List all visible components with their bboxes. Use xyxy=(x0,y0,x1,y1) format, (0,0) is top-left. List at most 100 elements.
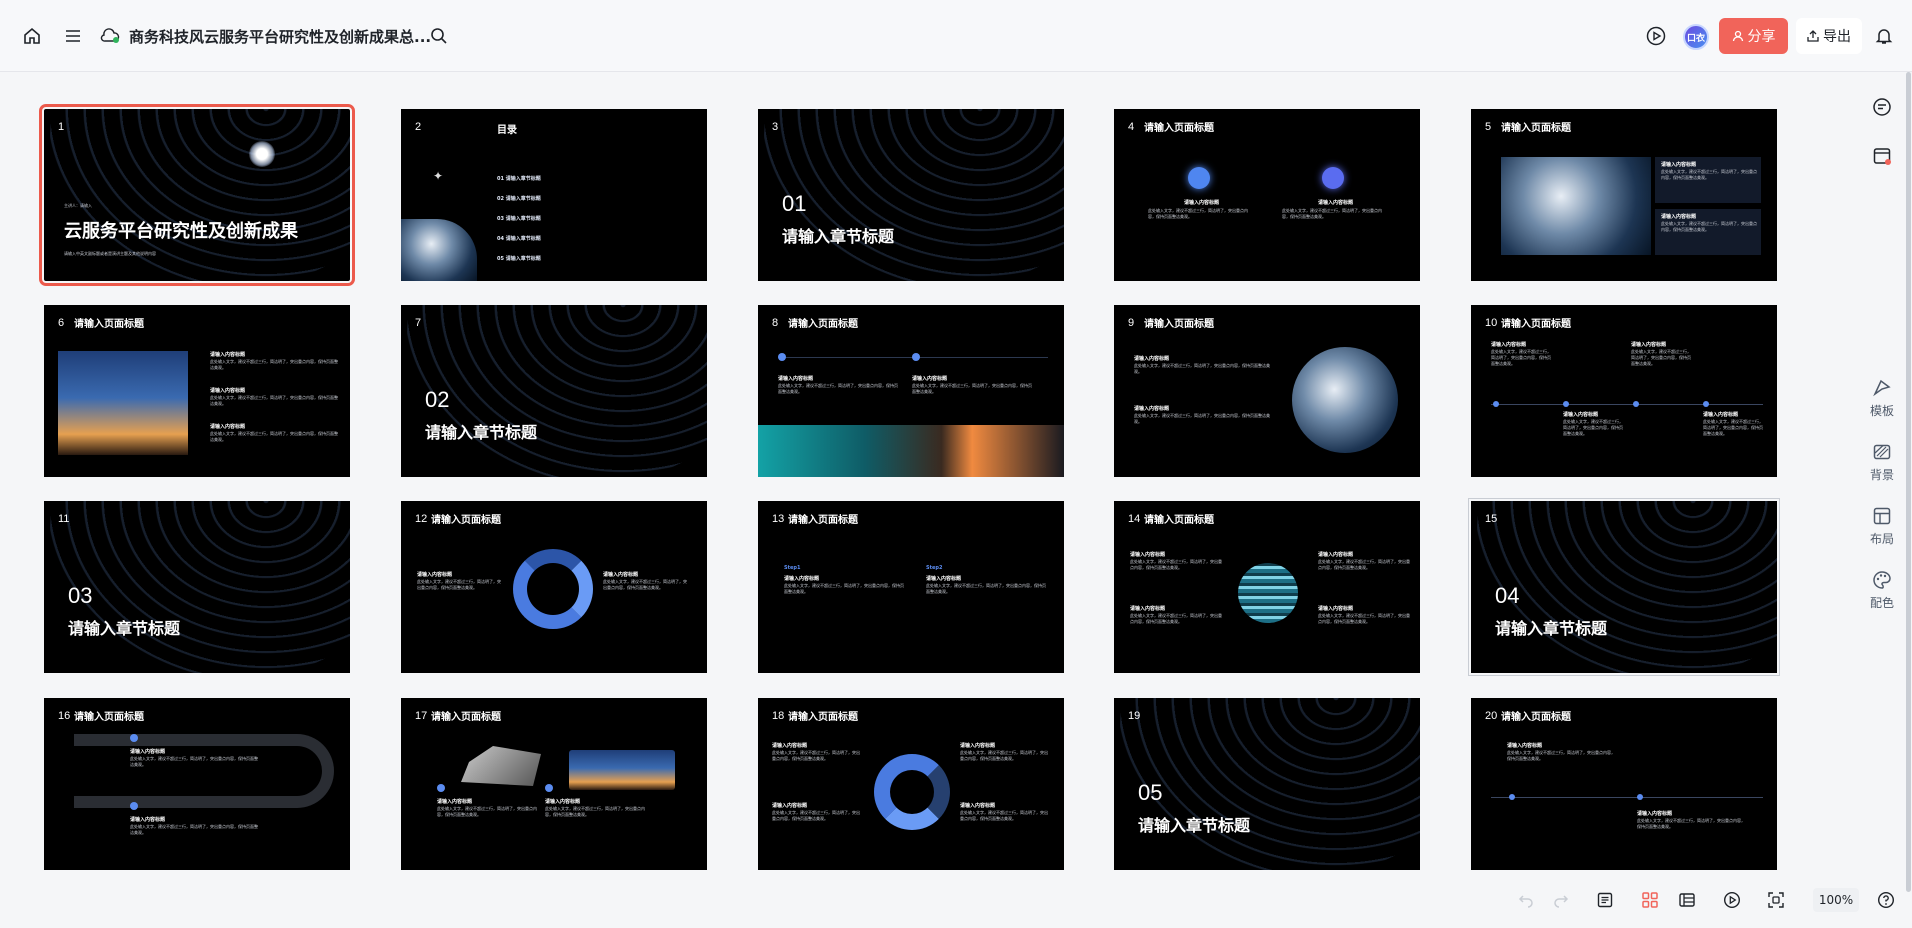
layout-label: 布局 xyxy=(1869,532,1894,546)
content-heading: 请输入内容标题 xyxy=(960,803,996,809)
planet-image xyxy=(1238,563,1298,623)
feature-icon xyxy=(1188,167,1210,189)
template-icon xyxy=(1873,379,1891,397)
content-heading: 请输入内容标题 xyxy=(1134,356,1170,362)
share-button[interactable]: 分享 xyxy=(1719,18,1788,54)
slide-thumbnail-12[interactable]: 12 请输入页面标题 请输入内容标题 此处输入文字，建议不超过三行，简洁明了，突… xyxy=(401,501,707,673)
search-icon[interactable] xyxy=(427,24,451,48)
slide-number: 4 xyxy=(1128,121,1135,133)
content-body: 此处输入文字，建议不超过三行，简洁明了，突出重点内容，保持页面整洁美观。 xyxy=(1148,208,1248,219)
bell-icon[interactable] xyxy=(1872,24,1896,48)
timeline-line xyxy=(1491,404,1763,405)
content-heading: 请输入内容标题 xyxy=(437,799,473,805)
slide-number: 12 xyxy=(415,513,428,525)
layout-icon xyxy=(1873,507,1891,525)
content-body: 此处输入文字，建议不超过三行，简洁明了，突出重点内容，保持页面整洁美观。 xyxy=(778,383,898,394)
color-scheme-button[interactable]: 配色 xyxy=(1862,570,1902,611)
slide-title: 请输入页面标题 xyxy=(1144,515,1214,526)
slide-number: 1 xyxy=(58,121,65,133)
slide-number: 16 xyxy=(58,710,71,722)
content-body: 此处输入文字，建议不超过三行，简洁明了，突出重点内容，保持页面整洁美观。 xyxy=(1491,349,1551,366)
slide-thumbnail-13[interactable]: 13 请输入页面标题 Step1 Step2 请输入内容标题 此处输入文字，建议… xyxy=(758,501,1064,673)
content-heading: 请输入内容标题 xyxy=(1130,606,1166,612)
slide-thumbnail-8[interactable]: 8 请输入页面标题 请输入内容标题 此处输入文字，建议不超过三行，简洁明了，突出… xyxy=(758,305,1064,477)
timeline-line xyxy=(1491,797,1763,798)
slide-title: 请输入页面标题 xyxy=(1501,712,1571,723)
content-heading: 请输入内容标题 xyxy=(926,576,962,582)
step-label: Step2 xyxy=(926,565,943,571)
slide-thumbnail-10[interactable]: 10 请输入页面标题 请输入内容标题 此处输入文字，建议不超过三行，简洁明了，突… xyxy=(1471,305,1777,477)
content-heading: 请输入内容标题 xyxy=(603,572,639,578)
notes-icon[interactable] xyxy=(1593,888,1617,912)
template-button[interactable]: 模板 xyxy=(1862,378,1902,419)
slide-number: 3 xyxy=(772,121,779,133)
slide-thumbnail-7[interactable]: 7 02 请输入章节标题 xyxy=(401,305,707,477)
export-button[interactable]: 导出 xyxy=(1796,18,1862,54)
content-heading: 请输入内容标题 xyxy=(1661,214,1697,220)
content-body: 此处输入文字，建议不超过三行，简洁明了，突出重点内容，保持页面整洁美观。 xyxy=(1637,818,1745,829)
present-icon[interactable] xyxy=(1720,888,1744,912)
content-body: 此处输入文字，建议不超过三行，简洁明了，突出重点内容，保持页面整洁美观。 xyxy=(1703,419,1763,436)
gallery-icon xyxy=(1873,148,1891,165)
content-body: 此处输入文字，建议不超过三行，简洁明了，突出重点内容，保持页面整洁美观。 xyxy=(1130,559,1222,570)
slide-thumbnail-11[interactable]: 11 03 请输入章节标题 xyxy=(44,501,350,673)
content-heading: 请输入内容标题 xyxy=(1318,200,1354,206)
content-heading: 请输入内容标题 xyxy=(772,803,808,809)
avatar[interactable]: 口衣 xyxy=(1683,24,1709,50)
slide-thumbnail-3[interactable]: 3 01 请输入章节标题 xyxy=(758,109,1064,281)
path-dot xyxy=(130,802,138,810)
play-icon[interactable] xyxy=(1644,24,1668,48)
astronaut-icon: ✦ xyxy=(433,169,444,183)
document-title[interactable]: 商务科技风云服务平台研究性及创新成果总... xyxy=(129,26,431,47)
slide-number: 19 xyxy=(1128,710,1141,722)
fit-screen-icon[interactable] xyxy=(1764,888,1788,912)
home-icon[interactable] xyxy=(20,24,44,48)
slide-title: 请输入页面标题 xyxy=(1144,123,1214,134)
help-icon[interactable] xyxy=(1874,888,1898,912)
zoom-level[interactable]: 100% xyxy=(1813,888,1859,912)
slide-thumbnail-15[interactable]: 15 04 请输入章节标题 xyxy=(1468,498,1780,676)
content-heading: 请输入内容标题 xyxy=(210,388,246,394)
chapter-number: 02 xyxy=(425,387,450,412)
content-body: 此处输入文字，建议不超过三行，简洁明了，突出重点内容，保持页面整洁美观。 xyxy=(1318,613,1410,624)
content-heading: 请输入内容标题 xyxy=(1507,743,1543,749)
slide-thumbnail-14[interactable]: 14 请输入页面标题 请输入内容标题 此处输入文字，建议不超过三行，简洁明了，突… xyxy=(1114,501,1420,673)
slide-subtitle: 请输入中英文副标题或者是演讲主题及其他说明内容 xyxy=(64,251,156,256)
slide-thumbnail-1[interactable]: 1 主讲人：请输入 云服务平台研究性及创新成果 请输入中英文副标题或者是演讲主题… xyxy=(39,104,355,286)
background-button[interactable]: 背景 xyxy=(1862,442,1902,483)
timeline-dot xyxy=(1633,401,1639,407)
layout-button[interactable]: 布局 xyxy=(1862,506,1902,547)
slide-thumbnail-6[interactable]: 6 请输入页面标题 请输入内容标题 此处输入文字，建议不超过三行，简洁明了，突出… xyxy=(44,305,350,477)
slide-thumbnail-20[interactable]: 20 请输入页面标题 请输入内容标题 此处输入文字，建议不超过三行，简洁明了，突… xyxy=(1471,698,1777,870)
menu-icon[interactable] xyxy=(61,24,85,48)
content-body: 此处输入文字，建议不超过三行，简洁明了，突出重点内容，保持页面整洁美观。 xyxy=(1661,221,1757,232)
slide-thumbnail-4[interactable]: 4 请输入页面标题 请输入内容标题 此处输入文字，建议不超过三行，简洁明了，突出… xyxy=(1114,109,1420,281)
toc-title: 目录 xyxy=(497,125,517,136)
slide-thumbnail-18[interactable]: 18 请输入页面标题 请输入内容标题 此处输入文字，建议不超过三行，简洁明了，突… xyxy=(758,698,1064,870)
color-scheme-label: 配色 xyxy=(1869,596,1894,610)
gallery-button[interactable] xyxy=(1862,146,1902,166)
slide-thumbnail-2[interactable]: 2 目录 ✦ 01 请输入章节标题 02 请输入章节标题 03 请输入章节标题 … xyxy=(401,109,707,281)
comments-button[interactable] xyxy=(1862,97,1902,117)
ring-graphic xyxy=(764,109,1064,281)
content-body: 此处输入文字，建议不超过三行，简洁明了，突出重点内容，保持页面整洁美观。 xyxy=(926,583,1046,594)
vertical-scrollbar[interactable] xyxy=(1906,72,1911,892)
slide-thumbnail-9[interactable]: 9 请输入页面标题 请输入内容标题 此处输入文字，建议不超过三行，简洁明了，突出… xyxy=(1114,305,1420,477)
slide-thumbnail-19[interactable]: 19 05 请输入章节标题 xyxy=(1114,698,1420,870)
timeline-dot xyxy=(1637,794,1643,800)
slide-number: 17 xyxy=(415,710,428,722)
content-body: 此处输入文字，建议不超过三行，简洁明了，突出重点内容，保持页面整洁美观。 xyxy=(1130,613,1222,624)
undo-icon[interactable] xyxy=(1514,888,1538,912)
single-view-icon[interactable] xyxy=(1675,888,1699,912)
grid-view-icon[interactable] xyxy=(1638,888,1662,912)
slide-title: 请输入页面标题 xyxy=(74,319,144,330)
slide-thumbnail-17[interactable]: 17 请输入页面标题 请输入内容标题 此处输入文字，建议不超过三行，简洁明了，突… xyxy=(401,698,707,870)
slide-thumbnail-16[interactable]: 16 请输入页面标题 请输入内容标题 此处输入文字，建议不超过三行，简洁明了，突… xyxy=(44,698,350,870)
slide-number: 14 xyxy=(1128,513,1141,525)
share-label: 分享 xyxy=(1747,29,1776,45)
redo-icon[interactable] xyxy=(1549,888,1573,912)
chapter-number: 05 xyxy=(1138,780,1163,805)
slide-thumbnail-5[interactable]: 5 请输入页面标题 请输入内容标题 此处输入文字，建议不超过三行，简洁明了，突出… xyxy=(1471,109,1777,281)
content-body: 此处输入文字，建议不超过三行，简洁明了，突出重点内容，保持页面整洁美观。 xyxy=(1282,208,1382,219)
ring-graphic xyxy=(1477,501,1777,673)
